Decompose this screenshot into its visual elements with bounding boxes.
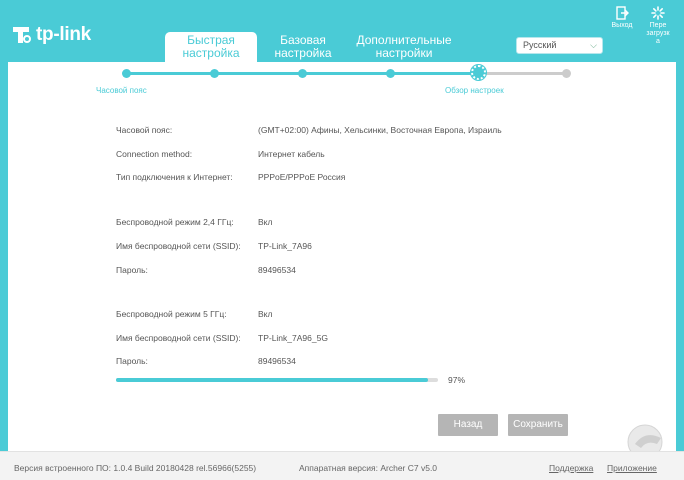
row-value-connection-type: PPPoE/PPPoE Россия	[258, 172, 346, 182]
row-label-wireless-24: Беспроводной режим 2,4 ГГц:	[116, 217, 234, 227]
language-select[interactable]: Русский ⌵	[516, 37, 603, 54]
step-dot-4	[386, 69, 395, 78]
step-label-review: Обзор настроек	[445, 86, 504, 95]
app-link[interactable]: Приложение	[607, 463, 657, 473]
save-progress-bar	[116, 378, 438, 382]
row-label-connection-method: Connection method:	[116, 149, 193, 159]
tp-link-logo-icon	[13, 27, 31, 43]
tab-quick-setup[interactable]: Быстрая настройка	[165, 32, 257, 62]
reboot-button[interactable]: Пере загрузк а	[645, 6, 671, 46]
row-label-timezone: Часовой пояс:	[116, 125, 173, 135]
step-dot-6	[562, 69, 571, 78]
row-label-ssid-24: Имя беспроводной сети (SSID):	[116, 241, 241, 251]
step-dot-2	[210, 69, 219, 78]
footer: Версия встроенного ПО: 1.0.4 Build 20180…	[0, 451, 684, 480]
main-panel: Часовой пояс Обзор настроек Часовой пояс…	[8, 62, 676, 451]
step-dot-current	[470, 64, 487, 81]
logout-button[interactable]: Выход	[609, 6, 635, 30]
row-value-password-5: 89496534	[258, 356, 296, 366]
row-value-connection-method: Интернет кабель	[258, 149, 325, 159]
step-dot-3	[298, 69, 307, 78]
row-value-ssid-5: TP-Link_7A96_5G	[258, 333, 328, 343]
wizard-stepper: Часовой пояс Обзор настроек	[8, 62, 676, 102]
save-progress-fill	[116, 378, 429, 382]
firmware-version: Версия встроенного ПО: 1.0.4 Build 20180…	[14, 463, 257, 473]
reboot-label-2: загрузк	[646, 30, 670, 37]
chevron-down-icon: ⌵	[590, 40, 597, 50]
tab-advanced-settings[interactable]: Дополнительные настройки	[349, 32, 459, 62]
row-value-wireless-5: Вкл	[258, 309, 273, 319]
tab-label-line2: настройка	[182, 46, 240, 60]
row-value-timezone: (GMT+02:00) Афины, Хельсинки, Восточная …	[258, 125, 502, 135]
language-value: Русский	[523, 40, 557, 50]
tp-link-logo: tp-link	[10, 24, 91, 46]
step-dot-1	[122, 69, 131, 78]
row-label-connection-type: Тип подключения к Интернет:	[116, 172, 233, 182]
main-tabs: Быстрая настройка Базовая настройка Допо…	[165, 32, 459, 62]
row-label-ssid-5: Имя беспроводной сети (SSID):	[116, 333, 241, 343]
tab-basic-setup[interactable]: Базовая настройка	[257, 32, 349, 62]
logout-label: Выход	[611, 22, 633, 29]
hardware-version: Аппаратная версия: Archer C7 v5.0	[299, 463, 438, 473]
row-label-password-5: Пароль:	[116, 356, 148, 366]
logout-icon	[616, 6, 629, 20]
row-value-ssid-24: TP-Link_7A96	[258, 241, 312, 251]
header: tp-link Быстрая настройка Базовая настро…	[0, 0, 684, 62]
tab-label-line2: настройки	[375, 46, 433, 60]
save-button[interactable]: Сохранить	[508, 414, 568, 436]
reboot-label-1: Пере	[649, 22, 667, 29]
tab-label-line2: настройка	[274, 46, 332, 60]
back-button[interactable]: Назад	[438, 414, 498, 436]
row-value-wireless-24: Вкл	[258, 217, 273, 227]
step-line-pending	[478, 72, 566, 75]
brand-name: tp-link	[36, 24, 91, 45]
row-value-password-24: 89496534	[258, 265, 296, 275]
reboot-label-3: а	[656, 38, 660, 45]
save-progress-percent: 97%	[448, 375, 466, 385]
reboot-icon	[651, 6, 665, 20]
row-label-wireless-5: Беспроводной режим 5 ГГц:	[116, 309, 227, 319]
support-link[interactable]: Поддержка	[549, 463, 593, 473]
step-label-timezone: Часовой пояс	[96, 86, 147, 95]
row-label-password-24: Пароль:	[116, 265, 148, 275]
